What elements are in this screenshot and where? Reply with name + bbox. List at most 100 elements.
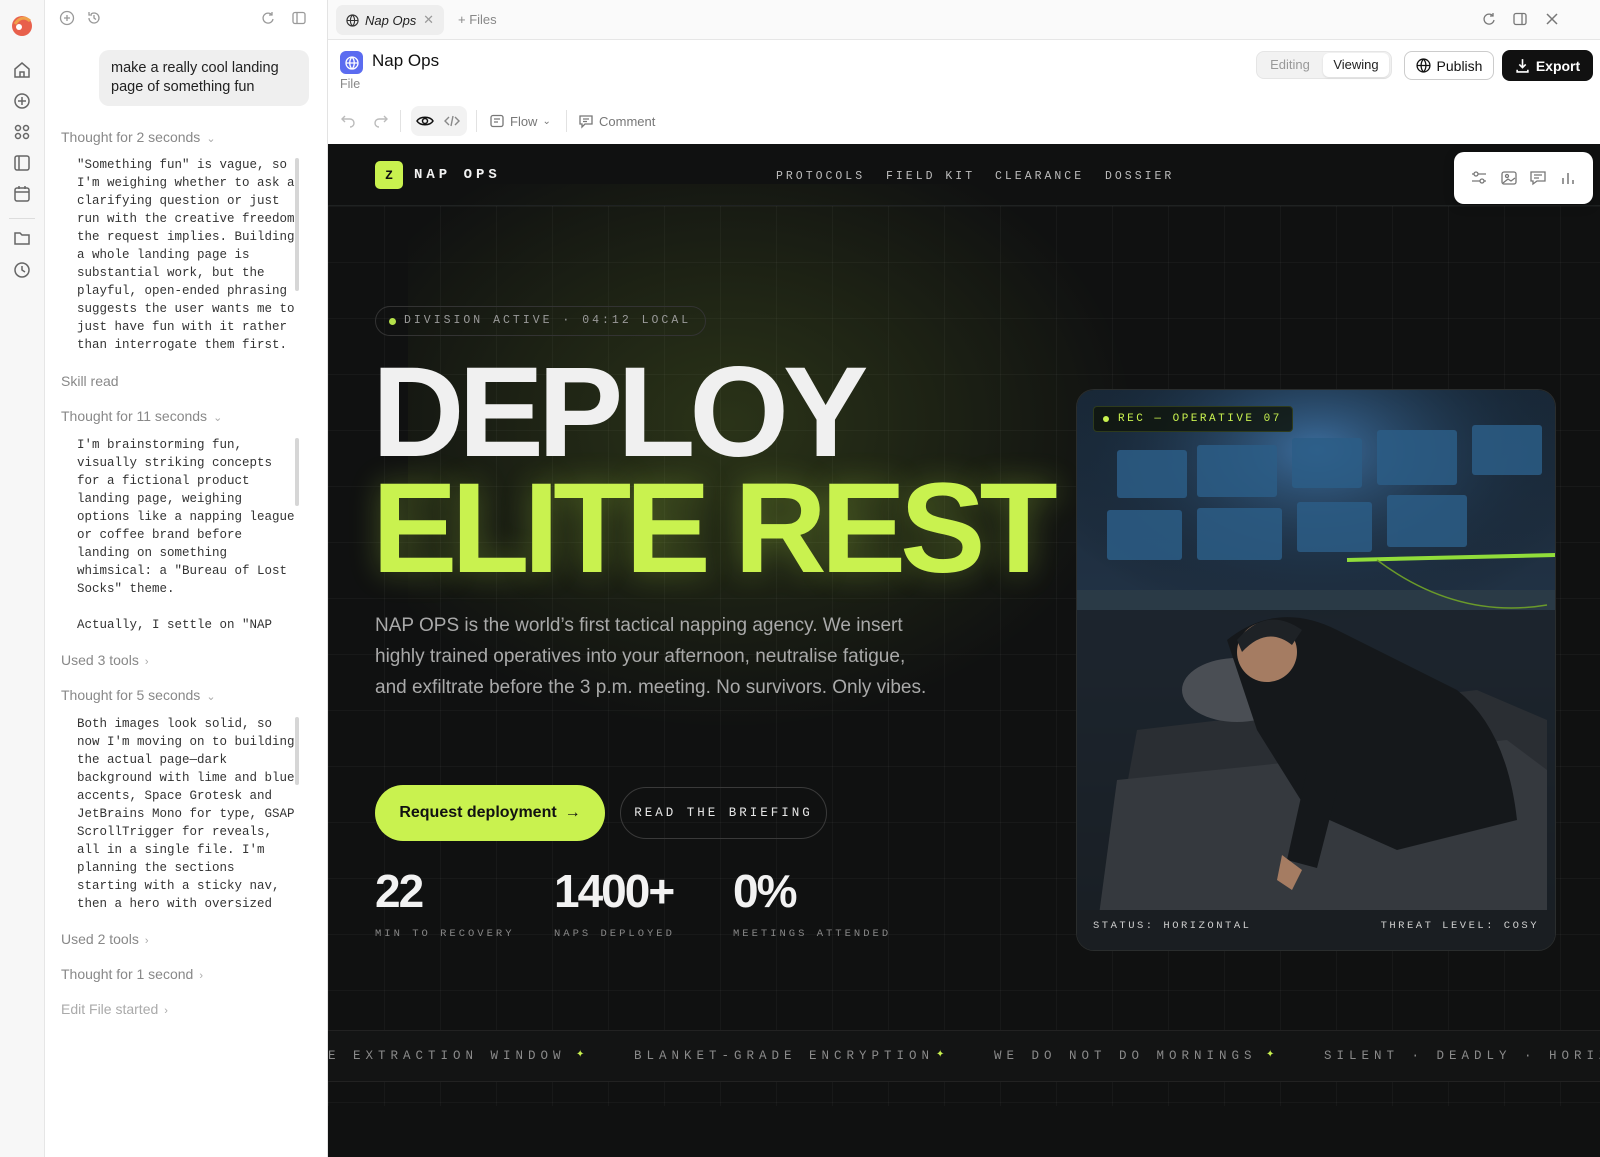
thought-toggle[interactable]: Thought for 11 seconds ⌄ xyxy=(61,408,222,424)
stat-recovery: 22 MIN TO RECOVERY xyxy=(375,864,515,940)
code-icon[interactable] xyxy=(443,112,461,130)
viewing-mode-button[interactable]: Viewing xyxy=(1323,53,1389,77)
folder-icon[interactable] xyxy=(11,227,33,249)
thought-label: Thought for 5 seconds xyxy=(61,687,201,703)
add-files-button[interactable]: + Files xyxy=(458,12,497,27)
rec-label: REC — OPERATIVE 07 xyxy=(1118,413,1282,425)
redo-icon[interactable] xyxy=(373,112,389,128)
comment-icon[interactable] xyxy=(1529,169,1547,187)
skill-read-item[interactable]: Skill read xyxy=(61,373,119,389)
chevron-right-icon: › xyxy=(199,970,203,982)
tools-toggle[interactable]: Used 3 tools › xyxy=(61,652,149,668)
scrollbar[interactable] xyxy=(295,158,299,291)
ticker-item: BLANKET-GRADE ENCRYPTION xyxy=(634,1049,935,1063)
flow-icon xyxy=(490,114,504,128)
publish-label: Publish xyxy=(1436,57,1483,74)
user-message: make a really cool landing page of somet… xyxy=(99,50,309,106)
sparkle-icon: ✦ xyxy=(936,1049,945,1060)
library-icon[interactable] xyxy=(11,152,33,174)
undo-icon[interactable] xyxy=(340,112,356,128)
headline-line-2: ELITE REST xyxy=(372,457,1058,600)
publish-button[interactable]: Publish xyxy=(1404,51,1494,80)
status-pill: DIVISION ACTIVE · 04:12 LOCAL xyxy=(375,306,707,336)
thought-toggle[interactable]: Thought for 5 seconds ⌄ xyxy=(61,687,216,703)
thought-text: "Something fun" is vague, so I'm weighin… xyxy=(77,158,295,352)
thought-label: Thought for 11 seconds xyxy=(61,408,208,424)
stat-value: 0% xyxy=(733,865,797,917)
image-edit-icon[interactable] xyxy=(1500,169,1518,187)
preview-code-toggle xyxy=(411,106,467,136)
mode-toggle: Editing Viewing xyxy=(1256,51,1392,79)
tab-label: Nap Ops xyxy=(365,12,417,28)
chevron-down-icon: ⌄ xyxy=(206,133,216,145)
status-text: DIVISION ACTIVE · 04:12 LOCAL xyxy=(404,314,692,327)
comment-icon xyxy=(579,115,593,129)
flow-label: Flow xyxy=(510,113,538,129)
comment-label: Comment xyxy=(599,113,656,129)
scrollbar[interactable] xyxy=(295,438,299,506)
scrollbar[interactable] xyxy=(295,717,299,785)
thought-toggle[interactable]: Thought for 2 seconds ⌄ xyxy=(61,129,216,145)
thought-label: Thought for 2 seconds xyxy=(61,129,201,145)
nav-link-dossier[interactable]: DOSSIER xyxy=(1105,170,1174,183)
nav-link-protocols[interactable]: PROTOCOLS xyxy=(776,170,865,183)
download-icon xyxy=(1516,59,1529,73)
eye-icon[interactable] xyxy=(416,112,434,130)
read-briefing-button[interactable]: READ THE BRIEFING xyxy=(620,787,827,839)
analytics-icon[interactable] xyxy=(1559,169,1577,187)
toolbar-divider xyxy=(476,110,477,132)
history-icon[interactable] xyxy=(86,10,102,26)
photo-status-label: STATUS: HORIZONTAL xyxy=(1093,920,1252,932)
nav-link-clearance[interactable]: CLEARANCE xyxy=(995,170,1084,183)
apps-icon[interactable] xyxy=(11,121,33,143)
request-deployment-button[interactable]: Request deployment → xyxy=(375,785,605,841)
tools-toggle[interactable]: Used 2 tools › xyxy=(61,931,149,947)
brand-mark[interactable]: Z xyxy=(375,161,403,189)
marquee-ticker: E EXTRACTION WINDOW ✦ BLANKET-GRADE ENCR… xyxy=(328,1030,1600,1082)
floating-toolbar xyxy=(1454,152,1593,204)
thought-toggle[interactable]: Thought for 1 second › xyxy=(61,966,203,982)
stat-label: MEETINGS ATTENDED xyxy=(733,928,892,940)
file-icon xyxy=(340,51,363,74)
tab-nap-ops[interactable]: Nap Ops ✕ xyxy=(336,5,444,35)
brand-name[interactable]: NAP OPS xyxy=(414,167,501,183)
home-icon[interactable] xyxy=(11,59,33,81)
tools-label: Used 3 tools xyxy=(61,652,139,668)
export-button[interactable]: Export xyxy=(1502,50,1593,81)
thought-text: I'm brainstorming fun, visually striking… xyxy=(77,438,295,632)
new-chat-icon[interactable] xyxy=(59,10,75,26)
adjust-icon[interactable] xyxy=(1470,169,1488,187)
ticker-item: SILENT · DEADLY · HORIZO xyxy=(1324,1049,1600,1063)
file-header: Nap Ops File Editing Viewing Publish Exp… xyxy=(328,40,1600,144)
sidebar-toggle-icon[interactable] xyxy=(291,10,307,26)
app-logo-icon[interactable] xyxy=(9,12,35,38)
refresh-icon[interactable] xyxy=(260,10,276,26)
thought-label: Thought for 1 second xyxy=(61,966,194,982)
history-icon[interactable] xyxy=(11,259,33,281)
split-view-icon[interactable] xyxy=(1512,11,1528,27)
site-nav: Z NAP OPS PROTOCOLS FIELD KIT CLEARANCE … xyxy=(328,144,1600,206)
calendar-icon[interactable] xyxy=(11,183,33,205)
chevron-down-icon: ⌄ xyxy=(206,691,216,703)
toolbar-divider xyxy=(400,110,401,132)
thought-text: Both images look solid, so now I'm movin… xyxy=(77,717,295,911)
export-label: Export xyxy=(1535,57,1581,74)
operative-photo: REC — OPERATIVE 07 STATUS: HORIZONTAL TH… xyxy=(1076,389,1556,951)
stat-meetings: 0% MEETINGS ATTENDED xyxy=(733,864,891,940)
close-icon[interactable]: ✕ xyxy=(423,12,434,28)
new-icon[interactable] xyxy=(11,90,33,112)
chevron-right-icon: › xyxy=(164,1005,168,1017)
stat-value: 1400+ xyxy=(554,865,675,917)
comment-button[interactable]: Comment xyxy=(578,112,655,130)
sparkle-icon: ✦ xyxy=(1266,1049,1275,1060)
rec-dot xyxy=(1103,416,1109,422)
chevron-right-icon: › xyxy=(144,656,149,668)
cta-label: Request deployment xyxy=(399,804,557,821)
editing-mode-button[interactable]: Editing xyxy=(1259,52,1321,78)
close-window-icon[interactable] xyxy=(1544,11,1560,27)
edit-file-toggle[interactable]: Edit File started › xyxy=(61,1001,168,1017)
photo-threat-label: THREAT LEVEL: COSY xyxy=(1380,920,1539,932)
refresh-icon[interactable] xyxy=(1481,11,1497,27)
nav-link-field-kit[interactable]: FIELD KIT xyxy=(886,170,975,183)
flow-dropdown[interactable]: Flow ⌄ xyxy=(489,112,551,130)
